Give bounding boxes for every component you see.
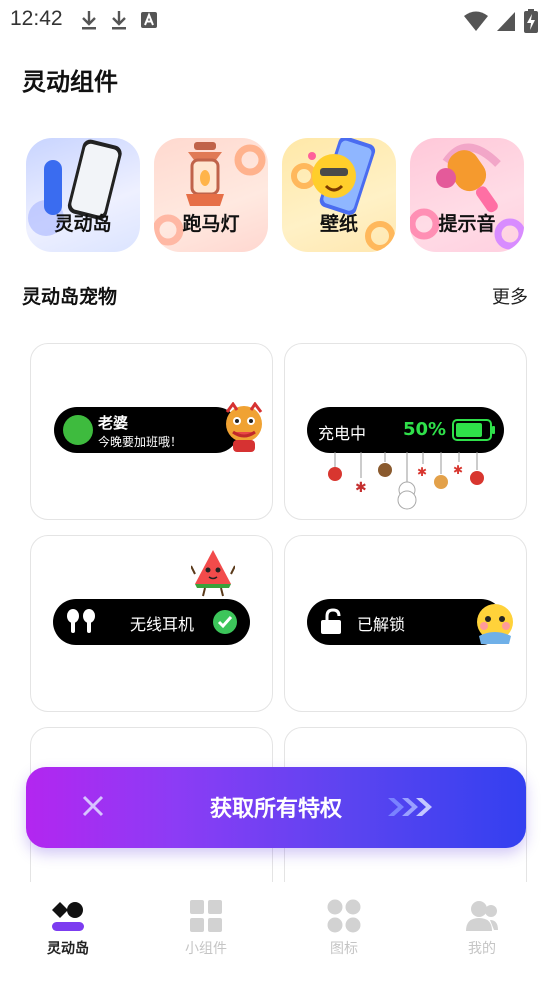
category-marquee[interactable]: 跑马灯 xyxy=(154,138,268,252)
device-label: 无线耳机 xyxy=(130,615,195,634)
status-bar: 12:42 xyxy=(0,0,550,40)
message-text: 今晚要加班哦！ xyxy=(98,435,183,449)
avatar xyxy=(63,415,93,445)
emoji-face-icon xyxy=(477,604,513,644)
category-wallpaper[interactable]: 壁纸 xyxy=(282,138,396,252)
nav-item-island[interactable]: 灵动岛 xyxy=(18,898,118,958)
earbuds-icon xyxy=(67,609,95,633)
nav-label: 我的 xyxy=(468,941,496,957)
promo-text: 获取所有特权 xyxy=(209,797,342,822)
more-link[interactable]: 更多 xyxy=(492,283,528,309)
premium-promo-bar[interactable]: 获取所有特权 xyxy=(26,767,526,848)
watermelon-character-icon xyxy=(191,550,235,597)
nav-label: 灵动岛 xyxy=(47,941,89,957)
island-preview: 无线耳机 xyxy=(53,599,250,645)
user-icon xyxy=(466,901,498,931)
nav-item-widgets[interactable]: 小组件 xyxy=(156,898,256,958)
battery-charging-icon xyxy=(524,9,538,33)
text-a-icon xyxy=(141,12,157,28)
category-dynamic-island[interactable]: 灵动岛 xyxy=(26,138,140,252)
island-preview: 老婆 今晚要加班哦！ xyxy=(54,407,239,453)
nav-label: 图标 xyxy=(330,941,358,957)
island-preview: 充电中 50% xyxy=(307,407,504,453)
svg-text:✱: ✱ xyxy=(453,463,463,477)
svg-text:✱: ✱ xyxy=(355,480,367,496)
nav-item-icons[interactable]: 图标 xyxy=(294,898,394,958)
pet-card-3[interactable]: 无线耳机 xyxy=(30,535,273,712)
category-label: 提示音 xyxy=(438,213,496,235)
category-ringtone[interactable]: 提示音 xyxy=(410,138,524,252)
island-icon xyxy=(52,902,84,931)
charging-status: 充电中 xyxy=(318,424,367,443)
unlock-icon xyxy=(321,608,341,634)
battery-icon xyxy=(452,419,495,441)
pet-card-1[interactable]: 老婆 今晚要加班哦！ xyxy=(30,343,273,520)
category-row: 灵动岛 跑马灯 壁纸 提示音 xyxy=(26,138,526,253)
christmas-ornaments-icon: ✱ ✱ ✱ xyxy=(328,452,484,510)
nav-item-mine[interactable]: 我的 xyxy=(432,898,532,958)
download-icon xyxy=(82,11,96,30)
download-icon xyxy=(112,11,126,30)
category-label: 跑马灯 xyxy=(182,213,240,235)
wifi-icon xyxy=(464,11,488,31)
svg-text:✱: ✱ xyxy=(417,465,427,479)
signal-icon xyxy=(497,12,515,31)
lock-status: 已解锁 xyxy=(357,615,406,634)
nav-label: 小组件 xyxy=(185,941,227,957)
contact-name: 老婆 xyxy=(98,414,129,432)
status-time: 12:42 xyxy=(10,7,63,30)
category-label: 灵动岛 xyxy=(54,213,112,235)
page-title: 灵动组件 xyxy=(22,68,118,96)
category-label: 壁纸 xyxy=(319,213,358,235)
system-icons xyxy=(464,9,538,33)
section-title: 灵动岛宠物 xyxy=(22,286,118,308)
dots-grid-icon xyxy=(327,899,361,933)
chevrons-right-icon xyxy=(388,798,432,816)
widget-grid-icon xyxy=(190,900,222,932)
check-circle-icon xyxy=(213,610,237,634)
lion-dance-icon xyxy=(225,402,263,452)
pet-card-4[interactable]: 已解锁 xyxy=(284,535,527,712)
pet-card-2[interactable]: 充电中 50% ✱ ✱ ✱ xyxy=(284,343,527,520)
battery-percent: 50% xyxy=(403,419,447,440)
bottom-nav: 灵动岛 小组件 图标 我的 xyxy=(0,882,550,985)
notification-icons xyxy=(80,9,158,31)
